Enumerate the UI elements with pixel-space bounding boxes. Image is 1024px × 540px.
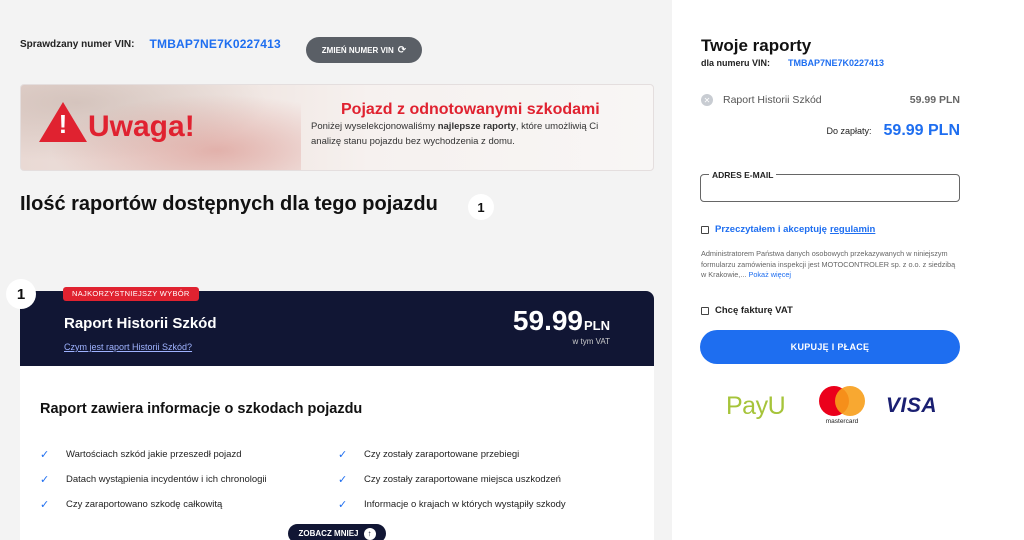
mastercard-logo: mastercard: [817, 386, 867, 426]
feature-item: ✓ Czy zaraportowano szkodę całkowitą: [40, 499, 223, 511]
terms-link[interactable]: regulamin: [830, 224, 875, 235]
order-total: Do zapłaty: 59.99 PLN: [826, 122, 960, 140]
terms-checkbox[interactable]: [701, 225, 709, 234]
cart-item: ✕ Raport Historii Szkód 59.99 PLN: [701, 94, 960, 106]
check-icon: ✓: [40, 449, 50, 461]
feature-item: ✓ Czy zostały zaraportowane przebiegi: [338, 449, 520, 461]
cart-item-name: Raport Historii Szkód: [723, 94, 822, 106]
check-icon: ✓: [40, 474, 50, 486]
warning-title: Uwaga!: [88, 110, 195, 143]
payu-logo: PayU: [726, 392, 786, 420]
buy-and-pay-button[interactable]: KUPUJĘ I PŁACĘ: [700, 330, 960, 364]
show-more-link[interactable]: Pokaż więcej: [748, 270, 791, 279]
change-vin-label: ZMIEŃ NUMER VIN: [321, 45, 394, 55]
report-card: Raport Historii Szkód Czym jest raport H…: [20, 291, 654, 540]
terms-row: Przeczytałem i akceptuję regulamin: [701, 224, 875, 235]
cart-item-price: 59.99 PLN: [909, 94, 960, 106]
vin-label: Sprawdzany numer VIN:: [20, 38, 135, 50]
privacy-notice: Administratorem Państwa danych osobowych…: [701, 249, 956, 279]
feature-item: ✓ Czy zostały zaraportowane miejsca uszk…: [338, 474, 561, 486]
card-number: 1: [6, 279, 36, 309]
reports-heading: Ilość raportów dostępnych dla tego pojaz…: [20, 193, 438, 215]
check-icon: ✓: [40, 499, 50, 511]
vat-invoice-checkbox[interactable]: [701, 306, 709, 315]
reports-count-badge: 1: [468, 194, 494, 220]
warning-description: Poniżej wyselekcjonowaliśmy najlepsze ra…: [311, 121, 599, 147]
damage-warning-banner: ! Uwaga! Pojazd z odnotowanymi szkodami …: [20, 84, 654, 171]
report-title: Raport Historii Szkód: [64, 315, 217, 332]
feature-item: ✓ Datach wystąpienia incydentów i ich ch…: [40, 474, 267, 486]
total-label: Do zapłaty:: [826, 126, 872, 136]
report-card-header: Raport Historii Szkód Czym jest raport H…: [20, 291, 654, 366]
check-icon: ✓: [338, 449, 348, 461]
change-vin-button[interactable]: ZMIEŃ NUMER VIN ⟳: [306, 37, 422, 63]
report-info-link[interactable]: Czym jest raport Historii Szkód?: [64, 342, 192, 352]
arrow-up-icon: ↑: [363, 527, 376, 540]
visa-logo: VISA: [886, 394, 938, 417]
refresh-icon: ⟳: [397, 44, 407, 56]
order-sidebar: Twoje raporty dla numeru VIN: TMBAP7NE7K…: [672, 0, 1024, 540]
check-icon: ✓: [338, 499, 348, 511]
main-panel: Sprawdzany numer VIN: TMBAP7NE7K0227413 …: [0, 0, 672, 540]
warning-headline: Pojazd z odnotowanymi szkodami: [341, 101, 600, 118]
feature-item: ✓ Wartościach szkód jakie przeszedł poja…: [40, 449, 242, 461]
vin-value: TMBAP7NE7K0227413: [149, 37, 281, 51]
email-label: ADRES E-MAIL: [709, 170, 777, 180]
total-amount: 59.99 PLN: [883, 122, 960, 139]
show-less-button[interactable]: ZOBACZ MNIEJ ↑: [288, 524, 386, 540]
best-choice-badge: NAJKORZYSTNIEJSZY WYBÓR: [63, 287, 199, 301]
sidebar-vin-label: dla numeru VIN:: [701, 58, 771, 68]
vat-note: w tym VAT: [572, 337, 610, 346]
sidebar-vin: dla numeru VIN: TMBAP7NE7K0227413: [701, 58, 884, 68]
vin-bar: Sprawdzany numer VIN: TMBAP7NE7K0227413: [20, 37, 281, 51]
feature-item: ✓ Informacje o krajach w których wystąpi…: [338, 499, 566, 511]
vat-invoice-row: Chcę fakturę VAT: [701, 305, 793, 316]
email-field: ADRES E-MAIL: [700, 170, 960, 202]
sidebar-vin-value: TMBAP7NE7K0227413: [788, 58, 885, 68]
check-icon: ✓: [338, 474, 348, 486]
terms-label: Przeczytałem i akceptuję: [715, 224, 827, 235]
remove-item-icon[interactable]: ✕: [701, 94, 713, 106]
exclamation-icon: !: [58, 109, 68, 139]
show-less-label: ZOBACZ MNIEJ: [298, 529, 359, 538]
report-contents-title: Raport zawiera informacje o szkodach poj…: [40, 401, 363, 417]
report-price: 59.99PLN: [512, 305, 610, 336]
vat-invoice-label: Chcę fakturę VAT: [715, 305, 793, 316]
sidebar-title: Twoje raporty: [701, 36, 812, 55]
